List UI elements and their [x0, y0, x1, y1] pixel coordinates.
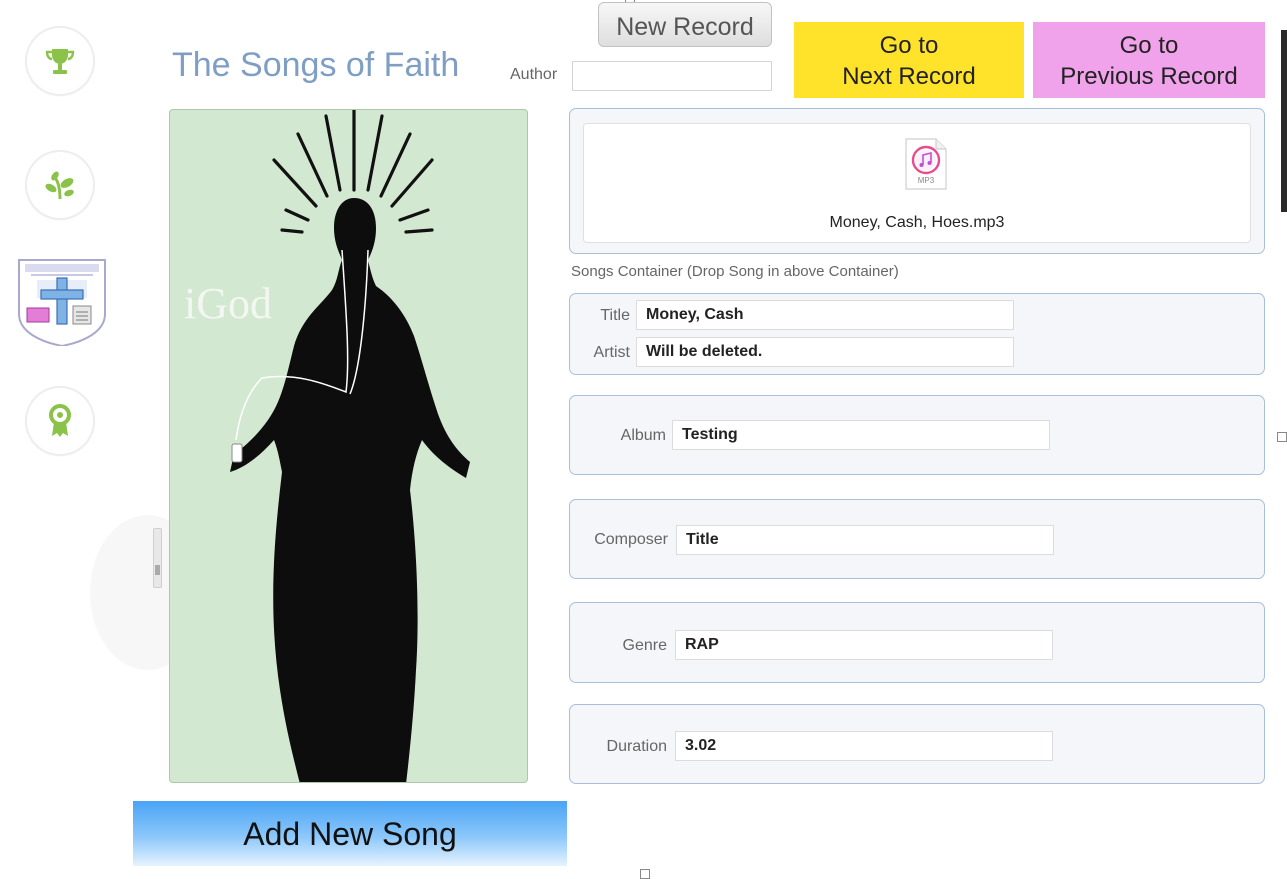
- mp3-file-icon[interactable]: MP3: [904, 138, 948, 190]
- layout-corner-mark: [1277, 432, 1287, 442]
- duration-group: Duration 3.02: [569, 704, 1265, 784]
- songs-container-caption: Songs Container (Drop Song in above Cont…: [571, 263, 899, 280]
- award-ribbon-icon[interactable]: [27, 388, 93, 454]
- author-input[interactable]: [572, 61, 772, 91]
- title-field[interactable]: Money, Cash: [636, 300, 1014, 330]
- song-drop-zone[interactable]: MP3 Money, Cash, Hoes.mp3: [583, 123, 1251, 243]
- composer-label: Composer: [594, 531, 668, 548]
- artist-label: Artist: [593, 344, 630, 361]
- next-record-label-line1: Go to: [879, 32, 939, 59]
- album-field[interactable]: Testing: [672, 420, 1050, 450]
- new-record-button[interactable]: New Record: [598, 2, 772, 47]
- composer-field[interactable]: Title: [676, 525, 1054, 555]
- silhouette-figure-image: [230, 110, 470, 782]
- title-label: Title: [600, 307, 630, 324]
- genre-label: Genre: [622, 637, 667, 654]
- layout-corner-mark: [640, 869, 650, 879]
- scroll-handle[interactable]: [153, 528, 162, 588]
- previous-record-button[interactable]: Go to Previous Record: [1033, 22, 1265, 98]
- prev-record-label-line2: Previous Record: [1060, 63, 1238, 90]
- genre-group: Genre RAP: [569, 602, 1265, 683]
- page-title: The Songs of Faith: [172, 46, 460, 84]
- prev-record-label-line1: Go to: [1119, 32, 1179, 59]
- song-file-name: Money, Cash, Hoes.mp3: [829, 214, 1005, 231]
- songs-container[interactable]: MP3 Money, Cash, Hoes.mp3: [569, 108, 1265, 254]
- artist-field[interactable]: Will be deleted.: [636, 337, 1014, 367]
- school-crest-icon[interactable]: [17, 258, 107, 348]
- file-type-badge: MP3: [917, 176, 935, 185]
- trophy-icon[interactable]: [27, 28, 93, 94]
- album-label: Album: [620, 427, 666, 444]
- next-record-label-line2: Next Record: [842, 63, 976, 90]
- duration-label: Duration: [606, 738, 667, 755]
- window-edge-bar: [1281, 30, 1287, 212]
- duration-field[interactable]: 3.02: [675, 731, 1053, 761]
- next-record-button[interactable]: Go to Next Record: [794, 22, 1024, 98]
- album-group: Album Testing: [569, 395, 1265, 475]
- genre-field[interactable]: RAP: [675, 630, 1053, 660]
- add-new-song-button[interactable]: Add New Song: [133, 801, 567, 866]
- composer-group: Composer Title: [569, 499, 1265, 579]
- cover-overlay-text: iGod: [184, 279, 272, 328]
- title-artist-group: Title Money, Cash Artist Will be deleted…: [569, 293, 1265, 375]
- author-label: Author: [510, 66, 558, 83]
- sprout-icon[interactable]: [27, 152, 93, 218]
- cover-image-container[interactable]: iGod: [169, 109, 528, 783]
